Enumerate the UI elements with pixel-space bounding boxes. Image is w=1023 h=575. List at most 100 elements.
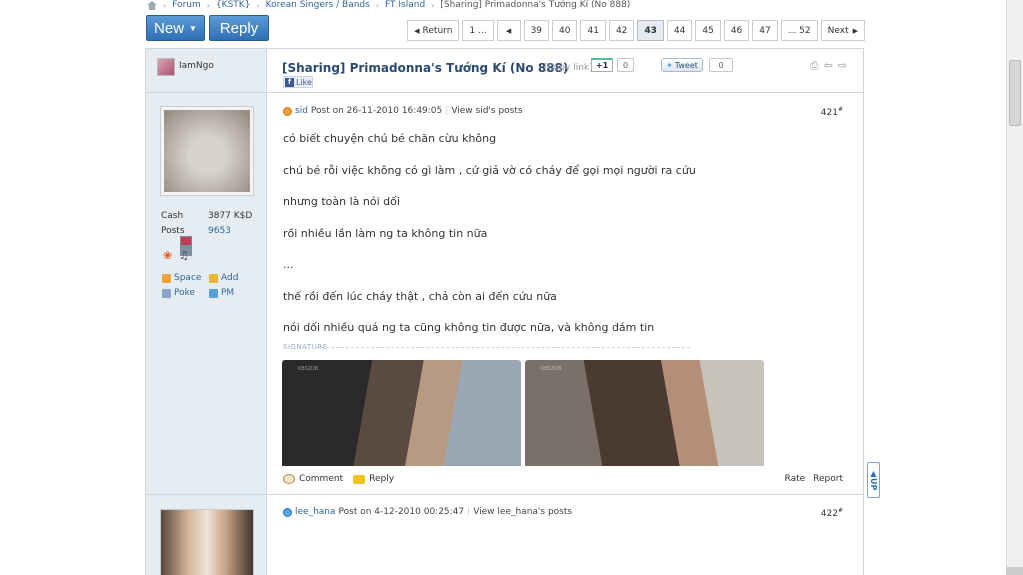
post-line: ... — [283, 258, 294, 271]
scrollbar-thumb[interactable] — [1009, 60, 1021, 126]
pagination: ◀ Return 1 ... ◀ 39 40 41 42 43 44 45 46… — [407, 20, 865, 41]
up-label: UP — [869, 478, 878, 491]
breadcrumb: › Forum › {KSTK} › Korean Singers / Band… — [146, 0, 630, 10]
page-link[interactable]: 41 — [580, 20, 606, 41]
post-author-link[interactable]: sid — [295, 106, 308, 116]
chevron-right-icon: › — [256, 0, 260, 10]
facebook-like-label: Like — [296, 77, 312, 87]
page-link[interactable]: 46 — [723, 20, 750, 41]
reply-post-button[interactable]: Reply — [353, 474, 394, 484]
previous-thread-icon[interactable]: ⇦ — [824, 59, 833, 73]
signature-image[interactable]: KBS2DB — [525, 360, 764, 466]
next-button[interactable]: Next ▶ — [820, 20, 865, 41]
chevron-right-icon: ▶ — [852, 26, 858, 35]
page-link-last[interactable]: ... 52 — [780, 20, 818, 41]
page-link-first[interactable]: 1 ... — [462, 20, 494, 41]
op-username[interactable]: IamNgo — [179, 61, 214, 71]
meta-divider: | — [445, 106, 449, 116]
post-line: nhưng toàn là nói dối — [283, 195, 400, 208]
page-link[interactable]: 42 — [608, 20, 635, 41]
photo-watermark: KBS2DB — [541, 366, 562, 372]
space-link[interactable]: Space — [162, 273, 209, 283]
reply-icon — [353, 474, 366, 484]
view-user-posts-link[interactable]: View sid's posts — [451, 106, 522, 116]
chevron-right-icon: › — [375, 0, 380, 10]
post-meta: lee_hana Post on 4-12-2010 00:25:47 | Vi… — [283, 507, 572, 517]
scroll-to-top-button[interactable]: ▲ UP — [867, 462, 880, 498]
breadcrumb-forum[interactable]: Forum — [172, 0, 201, 10]
facebook-like-button[interactable]: f Like — [283, 76, 313, 88]
return-button[interactable]: ◀ Return — [407, 20, 460, 41]
flower-medal-icon: ❀ — [163, 249, 173, 262]
music-medal-icon: ♫ — [179, 249, 189, 262]
post-date: Post on 26-11-2010 16:49:05 — [310, 106, 443, 116]
avatar[interactable] — [160, 509, 254, 575]
reply-button[interactable]: Reply — [209, 15, 269, 41]
google-plus-button[interactable]: +1 — [591, 58, 613, 72]
page-link[interactable]: 39 — [523, 20, 550, 41]
next-thread-icon[interactable]: ⇨ — [838, 59, 847, 73]
page-prev-button[interactable]: ◀ — [496, 20, 521, 41]
copy-link[interactable]: [Copy link] — [544, 63, 593, 73]
return-label: Return — [422, 25, 453, 36]
new-thread-button[interactable]: New ▼ — [146, 15, 205, 41]
message-icon — [209, 288, 218, 298]
poke-link[interactable]: Poke — [162, 288, 209, 298]
meta-divider: | — [467, 507, 471, 517]
post-number[interactable]: 422# — [821, 507, 843, 519]
online-status-icon — [283, 507, 292, 517]
tweet-label: Tweet — [674, 60, 698, 70]
report-button[interactable]: Report — [813, 474, 843, 484]
user-actions: Space Add Poke PM — [162, 273, 262, 298]
add-friend-link[interactable]: Add — [209, 273, 259, 283]
breadcrumb-ft-island[interactable]: FT Island — [385, 0, 425, 10]
post: lee_hana Post on 4-12-2010 00:25:47 | Vi… — [146, 495, 863, 575]
post-line: chú bé rỗi việc không có gì làm , cứ giả… — [283, 163, 696, 177]
scrollbar[interactable] — [1006, 0, 1023, 575]
signature-divider — [316, 347, 690, 348]
twitter-bird-icon: ✦ — [666, 60, 673, 70]
breadcrumb-kstk[interactable]: {KSTK} — [216, 0, 250, 10]
post-meta: sid Post on 26-11-2010 16:49:05 | View s… — [283, 106, 523, 116]
print-icon[interactable]: ⎙ — [810, 59, 819, 73]
posts-count-link[interactable]: 9653 — [208, 224, 231, 239]
post-date: Post on 4-12-2010 00:25:47 — [338, 507, 465, 517]
user-stats: Cash 3877 K$D Posts 9653 — [161, 209, 252, 239]
page-link[interactable]: 47 — [752, 20, 778, 41]
cash-value: 3877 K$D — [208, 211, 253, 221]
avatar[interactable] — [160, 106, 254, 196]
thread-title: [Sharing] Primadonna's Tướng Kí (No 888) — [282, 61, 569, 75]
rate-button[interactable]: Rate — [785, 474, 806, 484]
google-plus-count: 0 — [617, 58, 634, 72]
chevron-right-icon: › — [431, 0, 435, 10]
new-thread-label: New — [154, 19, 185, 37]
home-icon[interactable] — [146, 0, 157, 10]
breadcrumb-korean-singers[interactable]: Korean Singers / Bands — [266, 0, 370, 10]
pm-link[interactable]: PM — [209, 288, 259, 298]
next-label: Next — [827, 25, 849, 36]
post-number[interactable]: 421# — [821, 106, 843, 118]
chevron-left-icon: ◀ — [414, 26, 420, 35]
post: Cash 3877 K$D Posts 9653 ❀ ♫ Space Add Pok… — [146, 94, 863, 494]
page-current: 43 — [637, 20, 664, 41]
chevron-right-icon: › — [163, 0, 167, 10]
post-actions: Comment Reply — [283, 474, 394, 484]
space-icon — [162, 273, 171, 283]
page-link[interactable]: 44 — [666, 20, 693, 41]
comment-button[interactable]: Comment — [283, 474, 343, 484]
online-status-icon — [283, 106, 292, 116]
view-user-posts-link[interactable]: View lee_hana's posts — [473, 507, 572, 517]
facebook-icon: f — [285, 77, 294, 87]
page-link[interactable]: 45 — [695, 20, 721, 41]
signature-image[interactable]: KBS2DB — [282, 360, 521, 466]
post-tools: Rate Report — [785, 474, 843, 484]
page-link[interactable]: 40 — [552, 20, 578, 41]
op-avatar[interactable] — [157, 58, 175, 76]
post-author-link[interactable]: lee_hana — [295, 507, 336, 517]
chevron-left-icon: ◀ — [505, 26, 512, 35]
breadcrumb-current: [Sharing] Primadonna's Tướng Kí (No 888) — [440, 0, 631, 10]
thread-header: IamNgo [Sharing] Primadonna's Tướng Kí (… — [146, 49, 863, 93]
tweet-button[interactable]: ✦ Tweet — [661, 58, 703, 72]
chevron-up-icon: ▲ — [870, 469, 877, 479]
photo-watermark: KBS2DB — [298, 366, 319, 372]
